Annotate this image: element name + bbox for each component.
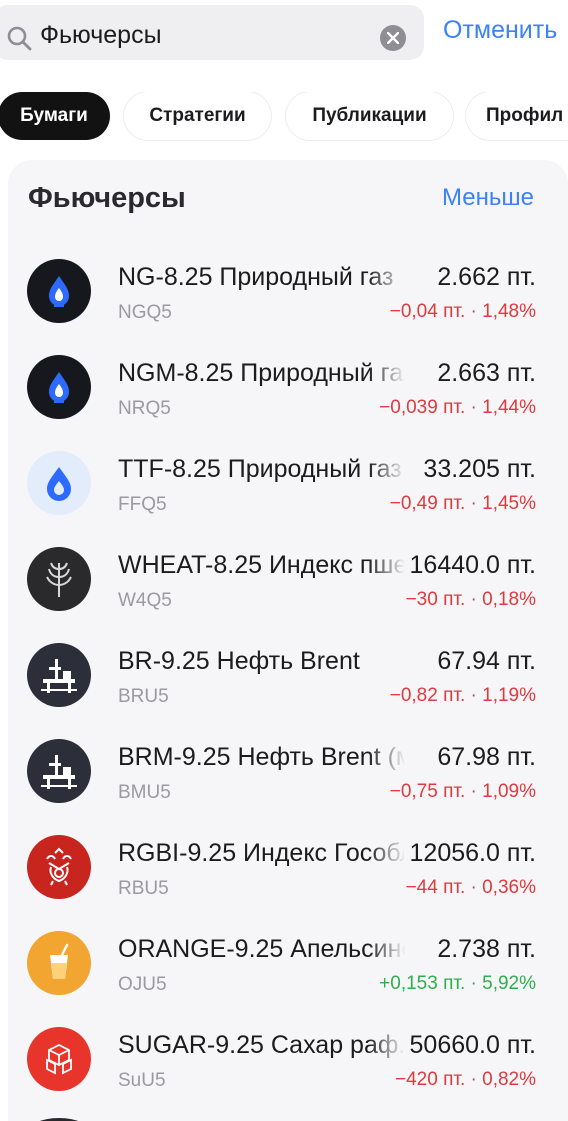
instrument-name: RGBI-9.25 Индекс Гособлигаций — [118, 839, 408, 867]
chip-profiles[interactable]: Профил — [466, 92, 568, 140]
oil-platform-icon — [27, 643, 91, 707]
ticker: NGQ5 — [118, 302, 172, 323]
ticker: BRU5 — [118, 686, 169, 707]
search-bar: Фьючерсы Отменить — [0, 0, 568, 64]
instrument-name: WHEAT-8.25 Индекс пшеницы — [118, 551, 408, 579]
futures-row-rbu5[interactable]: RGBI-9.25 Индекс Гособлигаций RBU5 12056… — [8, 831, 568, 927]
search-icon — [7, 26, 32, 51]
ticker: FFQ5 — [118, 494, 167, 515]
futures-row-nrq5[interactable]: NGM-8.25 Природный газ NRQ5 2.663 пт. −0… — [8, 351, 568, 447]
price: 67.94 пт. — [431, 647, 536, 676]
coat-of-arms-icon — [27, 835, 91, 899]
show-less-button[interactable]: Меньше — [442, 184, 534, 212]
futures-row-oju5[interactable]: ORANGE-9.25 Апельсиновый сок OJU5 2.738 … — [8, 927, 568, 1023]
oil-platform-icon — [27, 739, 91, 803]
juice-glass-icon — [27, 931, 91, 995]
search-field[interactable]: Фьючерсы — [0, 5, 424, 60]
search-input[interactable]: Фьючерсы — [40, 21, 162, 50]
futures-row-w4q5[interactable]: WHEAT-8.25 Индекс пшеницы W4Q5 16440.0 п… — [8, 543, 568, 639]
instrument-name: BRM-9.25 Нефть Brent (мини) — [118, 743, 408, 771]
price: 50660.0 пт. — [403, 1031, 536, 1060]
instrument-name: NG-8.25 Природный газ — [118, 263, 394, 291]
price-change: −0,04 пт. · 1,48% — [389, 301, 536, 322]
ticker: RBU5 — [118, 878, 169, 899]
ticker: OJU5 — [118, 974, 167, 995]
price-change: −0,75 пт. · 1,09% — [389, 781, 536, 802]
ticker: W4Q5 — [118, 590, 172, 611]
instrument-name: BR-9.25 Нефть Brent — [118, 647, 360, 675]
futures-row-bru5[interactable]: BR-9.25 Нефть Brent BRU5 67.94 пт. −0,82… — [8, 639, 568, 735]
instrument-name: SUGAR-9.25 Сахар раф. — [118, 1031, 406, 1059]
section-title: Фьючерсы — [28, 182, 186, 214]
instrument-name: TTF-8.25 Природный газ — [118, 455, 402, 483]
gas-flame-light-icon — [27, 451, 91, 515]
price-change: −0,82 пт. · 1,19% — [389, 685, 536, 706]
price-change: −0,49 пт. · 1,45% — [389, 493, 536, 514]
instrument-name: NGM-8.25 Природный газ — [118, 359, 408, 387]
sugar-cubes-icon — [27, 1027, 91, 1091]
ticker: NRQ5 — [118, 398, 171, 419]
gas-flame-icon — [27, 355, 91, 419]
futures-row-ffq5[interactable]: TTF-8.25 Природный газ FFQ5 33.205 пт. −… — [8, 447, 568, 543]
wheat-icon — [27, 547, 91, 611]
futures-row-suu5[interactable]: SUGAR-9.25 Сахар раф. SuU5 50660.0 пт. −… — [8, 1023, 568, 1119]
chip-strategies[interactable]: Стратегии — [124, 92, 271, 140]
filter-chips: Бумаги Стратегии Публикации Профил — [0, 92, 568, 142]
price-change: −30 пт. · 0,18% — [405, 589, 536, 610]
instrument-name: ORANGE-9.25 Апельсиновый сок — [118, 935, 408, 963]
chip-papers[interactable]: Бумаги — [0, 92, 110, 140]
futures-row-bmu5[interactable]: BRM-9.25 Нефть Brent (мини) BMU5 67.98 п… — [8, 735, 568, 831]
price-change: +0,153 пт. · 5,92% — [379, 973, 536, 994]
clear-icon[interactable] — [380, 25, 406, 51]
price: 2.738 пт. — [431, 935, 536, 964]
price: 16440.0 пт. — [403, 551, 536, 580]
price: 12056.0 пт. — [403, 839, 536, 868]
chip-publications[interactable]: Публикации — [286, 92, 453, 140]
price: 2.662 пт. — [431, 263, 536, 292]
ticker: SuU5 — [118, 1070, 166, 1091]
cancel-button[interactable]: Отменить — [443, 16, 557, 45]
price: 2.663 пт. — [431, 359, 536, 388]
price: 67.98 пт. — [431, 743, 536, 772]
price-change: −44 пт. · 0,36% — [405, 877, 536, 898]
ticker: BMU5 — [118, 782, 171, 803]
price-change: −420 пт. · 0,82% — [395, 1069, 536, 1090]
price: 33.205 пт. — [417, 455, 536, 484]
price-change: −0,039 пт. · 1,44% — [379, 397, 536, 418]
futures-section: Фьючерсы Меньше NG-8.25 Природный газ NG… — [8, 160, 568, 1121]
gas-flame-icon — [27, 259, 91, 323]
futures-row-ngq5[interactable]: NG-8.25 Природный газ NGQ5 2.662 пт. −0,… — [8, 255, 568, 351]
